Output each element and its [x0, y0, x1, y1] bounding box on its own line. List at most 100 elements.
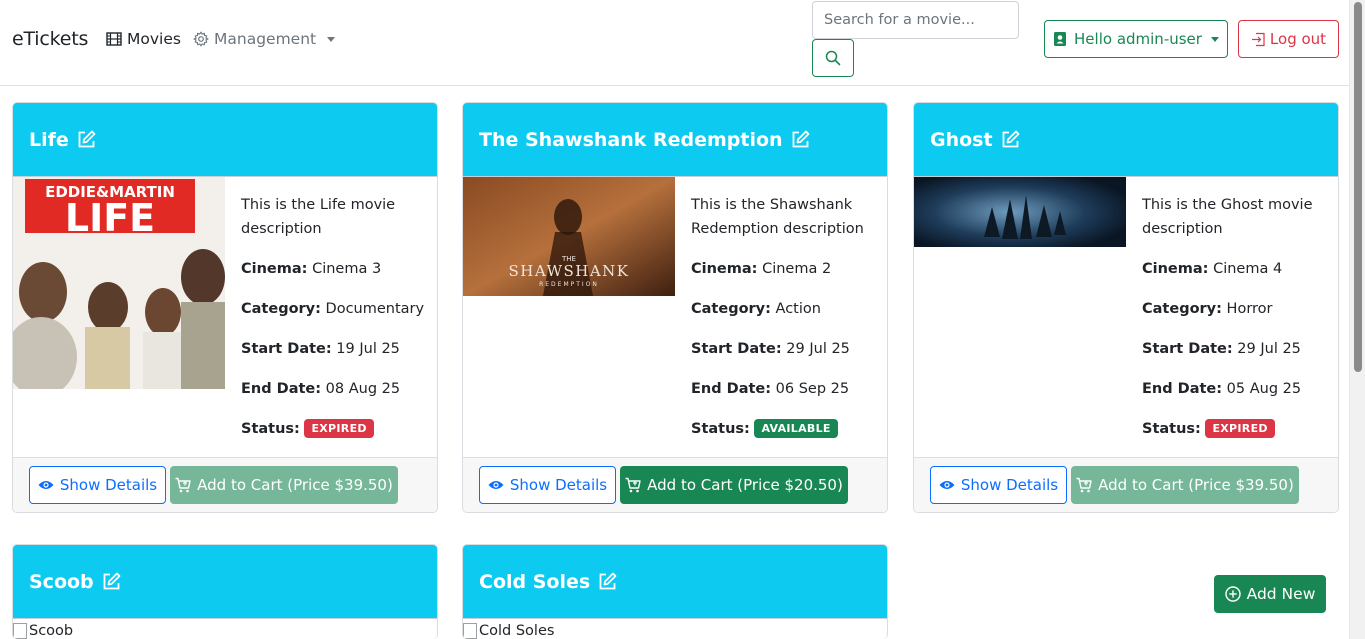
end-date-row: End Date: 05 Aug 25: [1142, 381, 1302, 397]
add-new-button[interactable]: Add New: [1214, 575, 1326, 613]
show-details-button[interactable]: Show Details: [29, 466, 166, 504]
gear-icon: [193, 31, 209, 47]
nav-management-label: Management: [214, 30, 317, 48]
movie-card: Cold Soles Cold Soles: [462, 544, 888, 639]
card-header: Life: [13, 103, 437, 177]
card-footer: Show Details Add to Cart (Price $39.50): [914, 457, 1338, 512]
card-header: Cold Soles: [463, 545, 887, 619]
broken-image-icon: [13, 623, 27, 639]
start-date-row: Start Date: 19 Jul 25: [241, 341, 400, 357]
status-row: Status: EXPIRED: [241, 417, 431, 441]
nav-movies[interactable]: Movies: [106, 30, 181, 48]
movie-info: This is the Life movie description Cinem…: [241, 193, 431, 457]
film-icon: [106, 32, 122, 46]
category-row: Category: Horror: [1142, 301, 1273, 317]
end-date-value: 06 Sep 25: [775, 381, 850, 397]
nav-movies-label: Movies: [127, 30, 181, 48]
category-row: Category: Documentary: [241, 301, 425, 317]
card-header: Scoob: [13, 545, 437, 619]
category-value: Documentary: [325, 301, 425, 317]
cinema-value: Cinema 4: [1213, 261, 1283, 277]
page-scrollbar[interactable]: [1349, 0, 1365, 639]
chevron-down-icon: [1210, 36, 1219, 42]
movie-poster-broken: Scoob: [13, 623, 73, 639]
movie-title: Cold Soles: [479, 570, 591, 593]
add-to-cart-button[interactable]: Add to Cart (Price $20.50): [620, 466, 848, 504]
edit-icon[interactable]: [791, 130, 810, 149]
status-row: Status: EXPIRED: [1142, 417, 1332, 441]
logout-button[interactable]: Log out: [1238, 20, 1339, 58]
movie-poster: THE SHAWSHANK REDEMPTION: [463, 177, 675, 296]
movie-info: This is the Ghost movie description Cine…: [1142, 193, 1332, 457]
cinema-row: Cinema: Cinema 2: [691, 261, 832, 277]
poster-text-sub: REDEMPTION: [539, 281, 599, 288]
search-button[interactable]: [812, 39, 854, 77]
cinema-row: Cinema: Cinema 3: [241, 261, 382, 277]
movie-description: This is the Ghost movie description: [1142, 197, 1313, 237]
status-badge: AVAILABLE: [754, 419, 838, 438]
cinema-value: Cinema 3: [312, 261, 382, 277]
poster-text-main: LIFE: [65, 196, 155, 240]
movie-title: Scoob: [29, 570, 94, 593]
add-to-cart-button[interactable]: Add to Cart (Price $39.50): [170, 466, 398, 504]
card-body: Cold Soles: [463, 619, 887, 639]
end-date-value: 05 Aug 25: [1226, 381, 1302, 397]
start-date-value: 29 Jul 25: [1237, 341, 1301, 357]
movie-description: This is the Shawshank Redemption descrip…: [691, 197, 864, 237]
card-header: Ghost: [914, 103, 1338, 177]
logout-icon: [1251, 32, 1265, 46]
poster-text-main: SHAWSHANK: [508, 262, 629, 280]
scrollbar-thumb[interactable]: [1354, 2, 1362, 372]
user-menu-label: Hello admin-user: [1074, 30, 1202, 48]
status-badge: EXPIRED: [304, 419, 374, 438]
cart-icon: [175, 477, 191, 493]
search-input[interactable]: [812, 1, 1019, 39]
card-body: EDDIE&MARTIN LIFE This is the Life movie…: [13, 177, 437, 457]
nav-management-dropdown[interactable]: Management: [193, 30, 336, 48]
status-row: Status: AVAILABLE: [691, 417, 881, 441]
card-body: THE SHAWSHANK REDEMPTION This is the Sha…: [463, 177, 887, 457]
card-body: Scoob: [13, 619, 437, 639]
search-icon: [825, 50, 841, 66]
cart-icon: [625, 477, 641, 493]
eye-icon: [38, 481, 54, 489]
movie-card: Scoob Scoob: [12, 544, 438, 639]
movie-title: Life: [29, 128, 69, 151]
edit-icon[interactable]: [102, 572, 121, 591]
card-body: This is the Ghost movie description Cine…: [914, 177, 1338, 457]
start-date-row: Start Date: 29 Jul 25: [1142, 341, 1301, 357]
cinema-row: Cinema: Cinema 4: [1142, 261, 1283, 277]
add-new-label: Add New: [1246, 585, 1316, 603]
eye-icon: [939, 481, 955, 489]
movie-poster: EDDIE&MARTIN LIFE: [13, 177, 225, 389]
poster-alt-text: Cold Soles: [479, 623, 555, 639]
movie-description: This is the Life movie description: [241, 197, 396, 237]
show-details-button[interactable]: Show Details: [479, 466, 616, 504]
movie-poster: [914, 177, 1126, 247]
brand-logo[interactable]: eTickets: [12, 28, 88, 50]
edit-icon[interactable]: [77, 130, 96, 149]
logout-label: Log out: [1269, 30, 1327, 48]
eye-icon: [488, 481, 504, 489]
show-details-button[interactable]: Show Details: [930, 466, 1067, 504]
add-to-cart-button[interactable]: Add to Cart (Price $39.50): [1071, 466, 1299, 504]
edit-icon[interactable]: [1001, 130, 1020, 149]
category-row: Category: Action: [691, 301, 821, 317]
card-footer: Show Details Add to Cart (Price $39.50): [13, 457, 437, 512]
end-date-row: End Date: 06 Sep 25: [691, 381, 850, 397]
poster-alt-text: Scoob: [29, 623, 74, 639]
chevron-down-icon: [327, 36, 336, 42]
edit-icon[interactable]: [598, 572, 617, 591]
movie-info: This is the Shawshank Redemption descrip…: [691, 193, 881, 457]
id-badge-icon: [1054, 32, 1067, 46]
top-navbar: eTickets Movies Management Search for a …: [0, 0, 1349, 86]
plus-circle-icon: [1224, 586, 1241, 602]
cinema-value: Cinema 2: [762, 261, 832, 277]
movie-title: The Shawshank Redemption: [479, 128, 783, 151]
end-date-value: 08 Aug 25: [325, 381, 401, 397]
user-menu-button[interactable]: Hello admin-user: [1044, 20, 1228, 58]
movie-card: Life EDDIE&MARTIN LIFE This is the Life …: [12, 102, 438, 513]
start-date-value: 19 Jul 25: [336, 341, 400, 357]
card-header: The Shawshank Redemption: [463, 103, 887, 177]
movie-card: Ghost This is the Ghost movie descriptio…: [913, 102, 1339, 513]
